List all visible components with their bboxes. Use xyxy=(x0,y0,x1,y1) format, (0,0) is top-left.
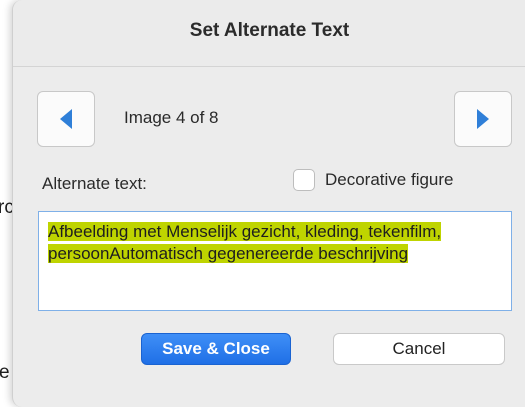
decorative-figure-toggle[interactable]: Decorative figure xyxy=(293,169,454,191)
set-alternate-text-dialog: Set Alternate Text Image 4 of 8 Alternat… xyxy=(12,0,525,407)
dialog-title: Set Alternate Text xyxy=(189,20,350,41)
next-image-button[interactable] xyxy=(454,91,512,147)
previous-image-button[interactable] xyxy=(37,91,95,147)
decorative-figure-checkbox[interactable] xyxy=(293,169,315,191)
background-text-fragment: e xyxy=(0,362,10,383)
image-counter: Image 4 of 8 xyxy=(124,108,219,127)
alternate-text-value: Afbeelding met Menselijk gezicht, kledin… xyxy=(48,222,442,263)
save-close-button[interactable]: Save & Close xyxy=(141,333,291,365)
decorative-figure-label[interactable]: Decorative figure xyxy=(325,170,454,190)
alternate-text-field[interactable]: Afbeelding met Menselijk gezicht, kledin… xyxy=(38,211,512,311)
cancel-button[interactable]: Cancel xyxy=(333,333,505,365)
alternate-text-label: Alternate text: xyxy=(42,174,147,193)
triangle-left-icon xyxy=(60,109,72,129)
dialog-title-bar: Set Alternate Text xyxy=(13,0,525,67)
triangle-right-icon xyxy=(477,109,489,129)
